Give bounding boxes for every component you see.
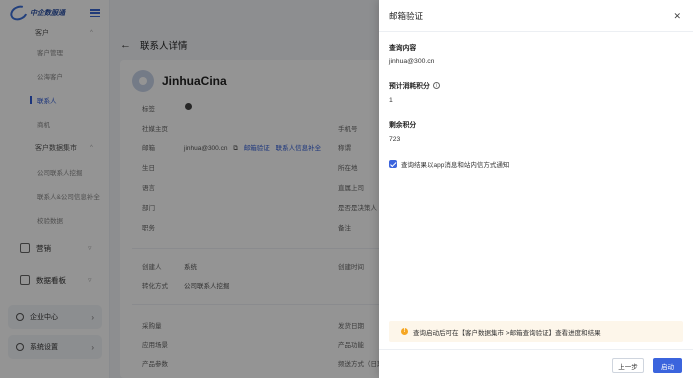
email-verify-drawer: 邮箱验证 ✕ 查询内容 jinhua@300.cn 预计消耗积分 i 1 剩余积… — [379, 0, 693, 378]
drawer-footer: 上一步 启动 — [379, 349, 693, 378]
estimated-points-label-row: 预计消耗积分 i — [389, 80, 440, 90]
close-icon[interactable]: ✕ — [673, 11, 681, 22]
remaining-points-value: 723 — [389, 136, 401, 143]
estimated-points-label: 预计消耗积分 — [389, 83, 430, 90]
notify-checkbox[interactable] — [389, 160, 397, 168]
remaining-points-label: 剩余积分 — [389, 122, 417, 129]
notify-checkbox-label: 查询结果以app消息和站内信方式通知 — [401, 162, 510, 169]
prev-step-button[interactable]: 上一步 — [612, 358, 644, 373]
start-button[interactable]: 启动 — [653, 358, 682, 373]
warning-icon: ! — [401, 328, 408, 335]
estimated-points-value: 1 — [389, 97, 393, 104]
drawer-header: 邮箱验证 — [379, 0, 693, 32]
drawer-title: 邮箱验证 — [389, 10, 424, 21]
notice-banner: ! 查询启动后可在【客户数据集市 >邮箱查询验证】查看进度和结果 — [389, 321, 683, 342]
query-content-value: jinhua@300.cn — [389, 58, 435, 65]
info-icon[interactable]: i — [432, 81, 440, 89]
notice-text: 查询启动后可在【客户数据集市 >邮箱查询验证】查看进度和结果 — [413, 329, 601, 337]
modal-overlay[interactable] — [0, 0, 379, 378]
notify-checkbox-row[interactable]: 查询结果以app消息和站内信方式通知 — [389, 159, 509, 169]
query-content-label: 查询内容 — [389, 45, 417, 52]
